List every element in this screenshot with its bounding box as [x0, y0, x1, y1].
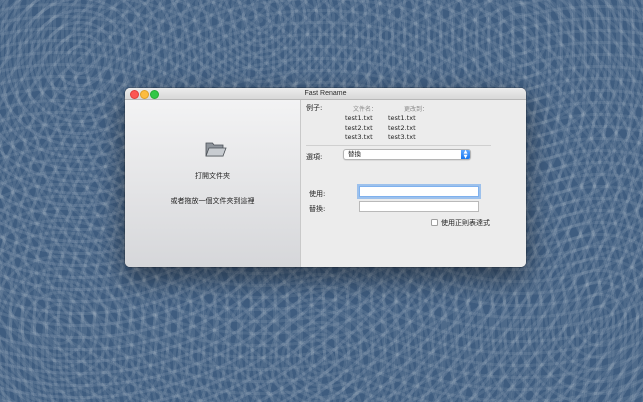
folder-drop-zone[interactable]: 打開文件夾 或者拖放一個文件夾到這裡 — [125, 100, 301, 267]
examples-label: 例子: — [306, 104, 323, 112]
regex-checkbox[interactable] — [431, 219, 438, 226]
example-from: test3.txt — [345, 133, 373, 141]
folder-open-icon[interactable] — [205, 140, 227, 158]
example-to: test3.txt — [388, 133, 416, 141]
use-input[interactable] — [359, 186, 479, 197]
example-from: test1.txt — [345, 114, 373, 122]
updown-arrows-icon: ▲ ▼ — [461, 150, 470, 159]
regex-label[interactable]: 使用正則表達式 — [441, 218, 490, 228]
options-label: 選項: — [306, 153, 323, 161]
title-bar[interactable]: Fast Rename — [125, 88, 526, 100]
options-select[interactable]: 替換 ▲ ▼ — [343, 149, 471, 160]
example-to: test1.txt — [388, 114, 416, 122]
window-title: Fast Rename — [304, 90, 347, 97]
use-label: 使用: — [309, 190, 326, 198]
filename-header: 文件名： — [353, 106, 378, 113]
replace-input[interactable] — [359, 201, 479, 212]
changed-to-header: 更改到： — [404, 106, 429, 113]
divider — [306, 145, 491, 146]
open-folder-label[interactable]: 打開文件夾 — [125, 171, 300, 181]
options-selected-value: 替換 — [348, 150, 361, 158]
options-panel: 例子: 文件名： 更改到： test1.txt test1.txt test2.… — [301, 100, 526, 267]
example-from: test2.txt — [345, 124, 373, 132]
replace-label: 替換: — [309, 205, 326, 213]
fast-rename-window: Fast Rename 打開文件夾 或者拖放一個文件夾到這裡 例子: 文件名： … — [125, 88, 526, 267]
example-to: test2.txt — [388, 124, 416, 132]
drop-hint: 或者拖放一個文件夾到這裡 — [170, 197, 255, 205]
